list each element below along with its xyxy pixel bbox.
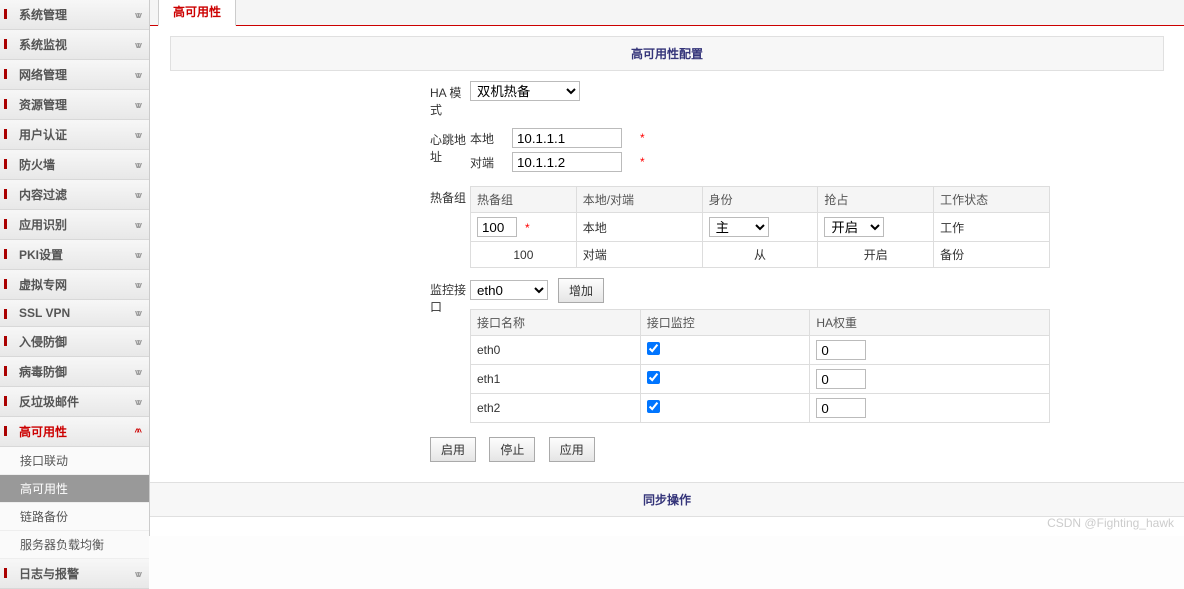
chevron-down-icon: vv (135, 100, 139, 110)
th-side: 本地/对端 (576, 187, 702, 213)
table-row: 100 对端 从 开启 备份 (471, 242, 1050, 268)
table-row: * 本地 主 开启 工作 (471, 213, 1050, 242)
group-table: 热备组 本地/对端 身份 抢占 工作状态 * 本地 主 开启 工作 (470, 186, 1050, 268)
section-config-title: 高可用性配置 (170, 36, 1164, 71)
role-select[interactable]: 主 (709, 217, 769, 237)
nav-pki[interactable]: PKI设置vv (0, 240, 149, 270)
enable-button[interactable]: 启用 (430, 437, 476, 462)
local-addr-input[interactable] (512, 128, 622, 148)
sidebar: 系统管理vv 系统监视vv 网络管理vv 资源管理vv 用户认证vv 防火墙vv… (0, 0, 150, 536)
table-row: eth1 (471, 365, 1050, 394)
weight-input[interactable] (816, 398, 866, 418)
nav-content-filter[interactable]: 内容过滤vv (0, 180, 149, 210)
chevron-down-icon: vv (135, 40, 139, 50)
monitor-table: 接口名称 接口监控 HA权重 eth0 eth1 (470, 309, 1050, 423)
nav-log-alarm[interactable]: 日志与报警vv (0, 559, 149, 589)
monitor-iface-select[interactable]: eth0 (470, 280, 548, 300)
tab-bar: 高可用性 (150, 0, 1184, 26)
monitor-checkbox[interactable] (647, 342, 660, 355)
sub-slb[interactable]: 服务器负载均衡 (0, 531, 149, 559)
nav-ha[interactable]: 高可用性^^ (0, 417, 149, 447)
monitor-checkbox[interactable] (647, 400, 660, 413)
nav-system-monitor[interactable]: 系统监视vv (0, 30, 149, 60)
weight-input[interactable] (816, 369, 866, 389)
th-group: 热备组 (471, 187, 577, 213)
required-icon: * (640, 131, 645, 145)
nav-ssl-vpn[interactable]: SSL VPNvv (0, 300, 149, 327)
nav-user-auth[interactable]: 用户认证vv (0, 120, 149, 150)
chevron-down-icon: vv (135, 220, 139, 230)
sub-link-backup[interactable]: 链路备份 (0, 503, 149, 531)
label-group: 热备组 (170, 186, 470, 206)
chevron-down-icon: vv (135, 308, 139, 318)
chevron-down-icon: vv (135, 397, 139, 407)
label-local: 本地 (470, 130, 502, 147)
cell-status: 备份 (934, 242, 1050, 268)
cell-iface: eth0 (471, 336, 641, 365)
chevron-up-icon: ^^ (134, 427, 139, 437)
peer-addr-input[interactable] (512, 152, 622, 172)
nav-firewall[interactable]: 防火墙vv (0, 150, 149, 180)
chevron-down-icon: vv (135, 10, 139, 20)
cell-status: 工作 (934, 213, 1050, 242)
section-sync-title: 同步操作 (150, 482, 1184, 517)
weight-input[interactable] (816, 340, 866, 360)
apply-button[interactable]: 应用 (549, 437, 595, 462)
stop-button[interactable]: 停止 (489, 437, 535, 462)
chevron-down-icon: vv (135, 250, 139, 260)
th-iface-mon: 接口监控 (640, 310, 810, 336)
cell-iface: eth1 (471, 365, 641, 394)
label-heartbeat: 心跳地址 (170, 128, 470, 165)
chevron-down-icon: vv (135, 569, 139, 579)
nav-ips[interactable]: 入侵防御vv (0, 327, 149, 357)
chevron-down-icon: vv (135, 280, 139, 290)
cell-side: 对端 (576, 242, 702, 268)
label-monitor: 监控接口 (170, 278, 470, 315)
th-weight: HA权重 (810, 310, 1050, 336)
cell-iface: eth2 (471, 394, 641, 423)
nav-antivirus[interactable]: 病毒防御vv (0, 357, 149, 387)
table-row: eth0 (471, 336, 1050, 365)
cell-role: 从 (702, 242, 818, 268)
th-status: 工作状态 (934, 187, 1050, 213)
preempt-select[interactable]: 开启 (824, 217, 884, 237)
group-id-input[interactable] (477, 217, 517, 237)
nav-system-mgmt[interactable]: 系统管理vv (0, 0, 149, 30)
table-row: eth2 (471, 394, 1050, 423)
chevron-down-icon: vv (135, 160, 139, 170)
nav-app-recognition[interactable]: 应用识别vv (0, 210, 149, 240)
label-ha-mode: HA 模式 (170, 81, 470, 118)
monitor-checkbox[interactable] (647, 371, 660, 384)
required-icon: * (525, 221, 530, 235)
tab-ha[interactable]: 高可用性 (158, 0, 236, 26)
nav-resource-mgmt[interactable]: 资源管理vv (0, 90, 149, 120)
nav-antispam[interactable]: 反垃圾邮件vv (0, 387, 149, 417)
sub-ha[interactable]: 高可用性 (0, 475, 149, 503)
cell-side: 本地 (576, 213, 702, 242)
label-peer: 对端 (470, 154, 502, 171)
chevron-down-icon: vv (135, 190, 139, 200)
th-iface-name: 接口名称 (471, 310, 641, 336)
th-preempt: 抢占 (818, 187, 934, 213)
cell-group: 100 (471, 242, 577, 268)
sub-interface-link[interactable]: 接口联动 (0, 447, 149, 475)
required-icon: * (640, 155, 645, 169)
add-button[interactable]: 增加 (558, 278, 604, 303)
main-content: 高可用性 高可用性配置 HA 模式 双机热备 心跳地址 本地 * (150, 0, 1184, 536)
ha-mode-select[interactable]: 双机热备 (470, 81, 580, 101)
th-role: 身份 (702, 187, 818, 213)
chevron-down-icon: vv (135, 337, 139, 347)
chevron-down-icon: vv (135, 367, 139, 377)
chevron-down-icon: vv (135, 70, 139, 80)
chevron-down-icon: vv (135, 130, 139, 140)
nav-network-mgmt[interactable]: 网络管理vv (0, 60, 149, 90)
cell-preempt: 开启 (818, 242, 934, 268)
nav-vpn[interactable]: 虚拟专网vv (0, 270, 149, 300)
